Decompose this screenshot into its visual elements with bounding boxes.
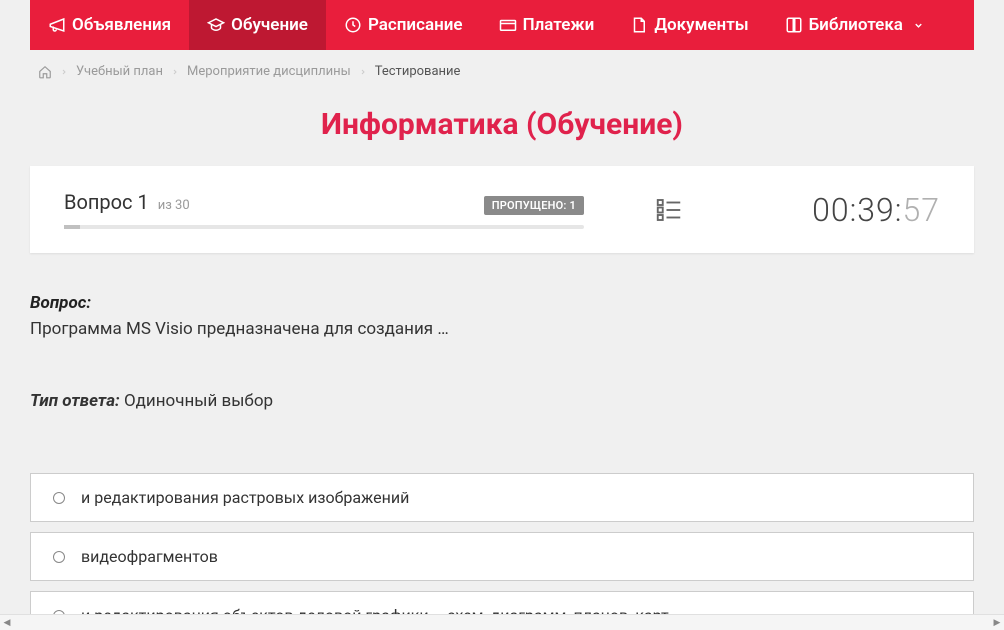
question-progress-block: Вопрос 1 из 30 ПРОПУЩЕНО: 1: [64, 190, 584, 229]
nav-documents[interactable]: Документы: [612, 0, 766, 50]
nav-label: Обучение: [231, 15, 308, 35]
breadcrumb-link-event[interactable]: Мероприятие дисциплины: [187, 64, 351, 79]
chevron-down-icon: [913, 20, 924, 31]
radio-icon: [53, 492, 65, 504]
option-text: и редактирования объектов деловой график…: [81, 606, 669, 614]
nav-label: Объявления: [72, 15, 171, 35]
main-scroll[interactable]: Объявления Обучение Расписание Платежи Д…: [0, 0, 1004, 614]
skipped-badge: ПРОПУЩЕНО: 1: [484, 196, 584, 215]
answer-option[interactable]: и редактирования растровых изображений: [30, 473, 974, 522]
home-icon[interactable]: [38, 65, 52, 79]
clock-icon: [344, 16, 362, 34]
answer-option[interactable]: и редактирования объектов деловой график…: [30, 591, 974, 614]
scroll-right-icon[interactable]: ▶: [992, 618, 1002, 628]
question-body: Вопрос: Программа MS Visio предназначена…: [30, 293, 974, 411]
answer-type-value: Одиночный выбор: [124, 391, 273, 411]
document-icon: [630, 16, 648, 34]
option-text: видеофрагментов: [81, 547, 218, 566]
breadcrumb-current: Тестирование: [375, 64, 461, 79]
breadcrumb: Учебный план Мероприятие дисциплины Тест…: [30, 50, 974, 93]
graduation-icon: [207, 16, 225, 34]
timer-main: 00:39:: [812, 191, 902, 229]
answer-type-label: Тип ответа:: [30, 391, 120, 411]
question-text: Программа MS Visio предназначена для соз…: [30, 319, 974, 339]
nav-library[interactable]: Библиотека: [767, 0, 942, 50]
nav-label: Платежи: [523, 15, 595, 35]
status-panel: Вопрос 1 из 30 ПРОПУЩЕНО: 1: [30, 166, 974, 253]
nav-education[interactable]: Обучение: [189, 0, 326, 50]
question-prefix: Вопрос: [64, 190, 133, 214]
answer-options: и редактирования растровых изображений в…: [30, 473, 974, 614]
chevron-right-icon: [171, 68, 179, 76]
question-label: Вопрос:: [30, 293, 974, 313]
nav-schedule[interactable]: Расписание: [326, 0, 481, 50]
nav-label: Документы: [654, 15, 748, 35]
timer-seconds: 57: [903, 191, 941, 229]
nav-label: Библиотека: [809, 15, 903, 35]
timer: 00:39:57: [812, 191, 940, 229]
book-icon: [785, 16, 803, 34]
nav-announcements[interactable]: Объявления: [30, 0, 189, 50]
breadcrumb-link-plan[interactable]: Учебный план: [76, 64, 163, 79]
chevron-right-icon: [359, 68, 367, 76]
radio-icon: [53, 551, 65, 563]
chevron-right-icon: [60, 68, 68, 76]
progress-bar: [64, 225, 584, 229]
card-icon: [499, 16, 517, 34]
option-text: и редактирования растровых изображений: [81, 488, 409, 507]
nav-payments[interactable]: Платежи: [481, 0, 613, 50]
question-num: 1: [137, 190, 148, 214]
progress-fill: [64, 225, 80, 229]
question-number-label: Вопрос 1: [64, 190, 154, 214]
scroll-left-icon[interactable]: ◀: [2, 618, 12, 628]
top-nav: Объявления Обучение Расписание Платежи Д…: [30, 0, 974, 50]
megaphone-icon: [48, 16, 66, 34]
question-list-button[interactable]: [654, 195, 684, 225]
horizontal-scrollbar[interactable]: ◀ ▶: [0, 614, 1004, 630]
nav-label: Расписание: [368, 15, 463, 35]
question-total: из 30: [158, 198, 190, 213]
page-title: Информатика (Обучение): [0, 107, 1004, 142]
answer-option[interactable]: видеофрагментов: [30, 532, 974, 581]
